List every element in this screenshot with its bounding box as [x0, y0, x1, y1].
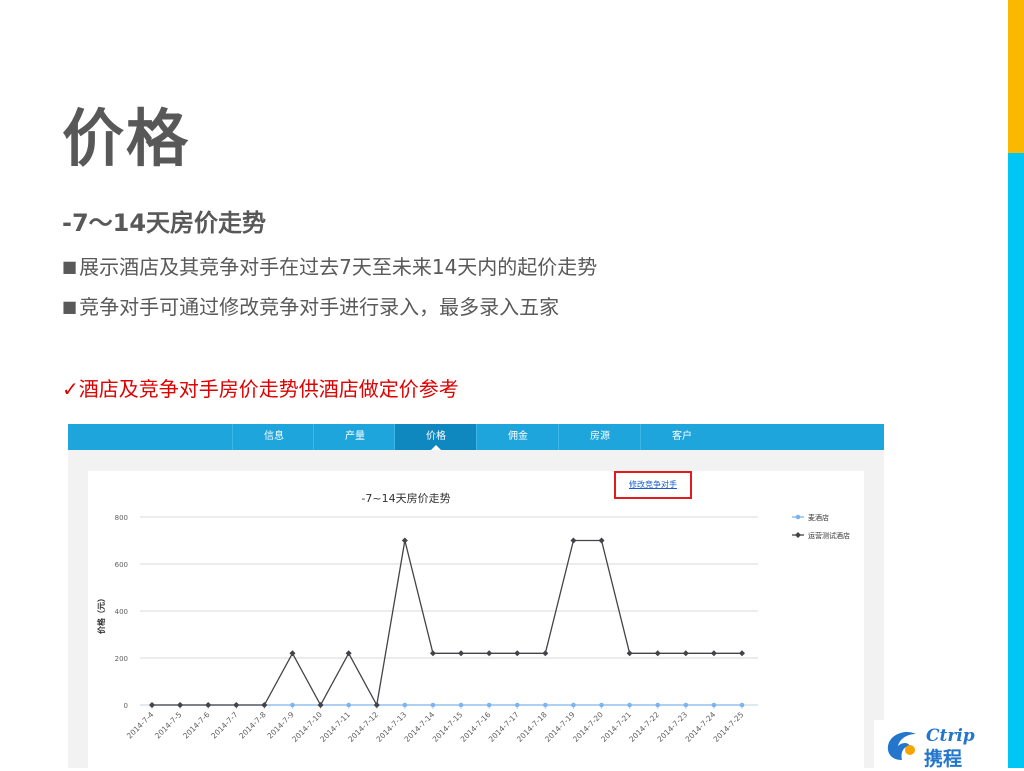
chart-title: -7~14天房价走势 — [361, 492, 450, 505]
data-point — [289, 650, 296, 657]
data-point — [739, 702, 745, 708]
ctrip-logo: Ctrip 携程 — [874, 720, 988, 770]
embedded-screenshot: 信息 产量 价格 佣金 房源 客户 0 200 400 600 800 2014-7-4 2… — [68, 424, 884, 768]
data-point — [655, 702, 661, 708]
data-point — [486, 702, 492, 708]
data-point — [402, 702, 408, 708]
data-point — [571, 702, 576, 708]
accent-bar-cyan — [1008, 153, 1024, 768]
bullet-square-icon: ■ — [62, 257, 78, 276]
x-tick-label: 2014-7-25 — [712, 710, 746, 744]
data-point — [486, 650, 493, 657]
chart-series — [149, 537, 745, 708]
legend-label: 麦酒店 — [808, 513, 829, 522]
data-point — [345, 650, 352, 657]
slide-subtitle: -7～14天房价走势 — [62, 209, 267, 237]
data-point — [177, 702, 184, 708]
highlight-note: ✓酒店及竞争对手房价走势供酒店做定价参考 — [62, 373, 459, 402]
data-point — [205, 702, 212, 708]
x-tick-label: 2014-7-7 — [209, 710, 240, 741]
data-point — [317, 702, 324, 708]
edit-competitors-link[interactable]: 修改竞争对手 — [614, 471, 692, 499]
logo-text-en: Ctrip — [926, 726, 975, 746]
dolphin-logo-icon — [887, 731, 916, 760]
data-point — [598, 537, 605, 544]
legend-marker — [795, 514, 801, 520]
data-point — [401, 537, 408, 544]
data-point — [290, 702, 295, 708]
data-point — [261, 702, 268, 708]
highlight-text: 酒店及竞争对手房价走势供酒店做定价参考 — [78, 377, 459, 401]
slide-title: 价格 — [62, 102, 191, 175]
legend-label: 运营测试酒店 — [808, 531, 850, 540]
data-point — [429, 650, 436, 657]
data-point — [458, 650, 465, 657]
chart-axes: 02004006008002014-7-42014-7-52014-7-6201… — [115, 514, 758, 744]
bullet-item: ■ 展示酒店及其竞争对手在过去7天至未来14天内的起价走势 — [62, 251, 597, 280]
check-icon: ✓ — [62, 377, 79, 401]
chart-legend: 麦酒店运营测试酒店 — [792, 513, 850, 540]
data-point — [683, 702, 689, 708]
data-point — [710, 650, 717, 657]
data-point — [711, 702, 717, 708]
data-point — [570, 537, 577, 544]
logo-text-cn: 携程 — [924, 748, 963, 770]
data-point — [430, 702, 436, 708]
data-point — [682, 650, 689, 657]
x-tick-label: 2014-7-6 — [181, 710, 212, 741]
series-line — [152, 539, 742, 707]
data-point — [149, 702, 155, 708]
data-point — [514, 650, 521, 657]
data-point — [542, 650, 549, 657]
data-point — [626, 650, 633, 657]
data-point — [373, 702, 380, 708]
data-point — [739, 650, 745, 657]
data-point — [346, 702, 351, 708]
data-point — [627, 702, 632, 708]
data-point — [543, 702, 548, 708]
price-trend-chart: 02004006008002014-7-42014-7-52014-7-6201… — [96, 492, 850, 744]
chart-grid — [140, 516, 758, 706]
y-tick-label: 800 — [115, 514, 128, 522]
y-tick-label: 0 — [124, 702, 128, 710]
data-point — [514, 702, 520, 708]
x-tick-label: 2014-7-8 — [237, 710, 268, 741]
data-point — [599, 702, 604, 708]
x-tick-label: 2014-7-4 — [125, 710, 156, 741]
data-point — [233, 702, 240, 708]
y-axis-label: 价格（元） — [96, 594, 106, 634]
data-point — [654, 650, 661, 657]
y-tick-label: 400 — [115, 608, 128, 616]
bullet-text: 竞争对手可通过修改竞争对手进行录入，最多录入五家 — [79, 295, 560, 319]
legend-marker — [795, 532, 801, 538]
x-tick-label: 2014-7-5 — [153, 710, 184, 741]
y-tick-label: 600 — [115, 561, 128, 569]
bullet-text: 展示酒店及其竞争对手在过去7天至未来14天内的起价走势 — [79, 255, 598, 279]
data-point — [458, 702, 464, 708]
y-tick-label: 200 — [115, 655, 128, 663]
bullet-square-icon: ■ — [62, 297, 78, 316]
accent-bar-yellow — [1008, 0, 1024, 153]
bullet-item: ■ 竞争对手可通过修改竞争对手进行录入，最多录入五家 — [62, 291, 559, 320]
